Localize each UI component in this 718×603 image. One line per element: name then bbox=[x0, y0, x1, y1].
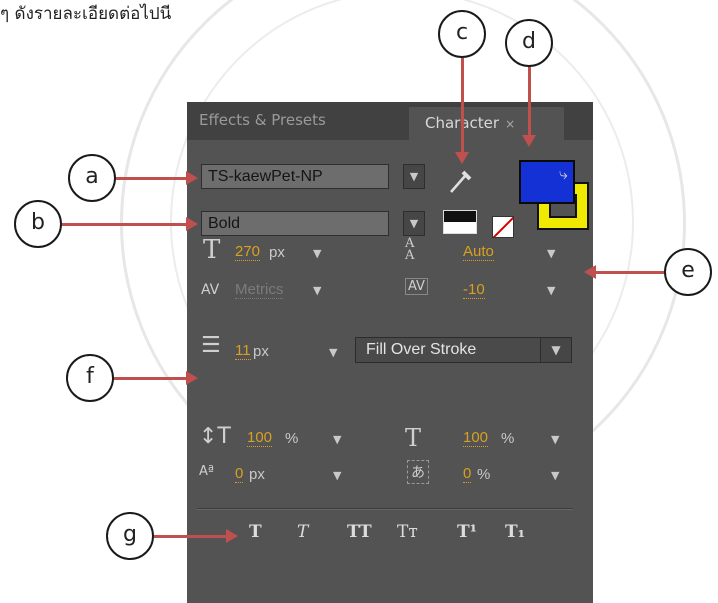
vertical-scale-icon: ↕T bbox=[199, 424, 231, 449]
intro-text: ๆ ดังรายละเอียดต่อไปนี bbox=[0, 4, 172, 24]
callout-a: a bbox=[68, 154, 116, 202]
callout-c-arrow bbox=[455, 58, 469, 164]
baseline-shift-icon: Aª bbox=[199, 464, 215, 479]
small-caps-button[interactable]: Tт bbox=[397, 522, 418, 542]
baseline-shift-value[interactable]: 0 bbox=[235, 466, 244, 483]
black-white-swatch[interactable] bbox=[443, 210, 477, 234]
horizontal-scale-value[interactable]: 100 bbox=[463, 430, 489, 447]
vertical-scale-unit: % bbox=[285, 430, 299, 447]
callout-c: c bbox=[438, 10, 486, 58]
stroke-width-unit: px bbox=[253, 343, 269, 360]
tracking-value[interactable]: -10 bbox=[463, 282, 485, 299]
callout-d: d bbox=[505, 19, 553, 67]
kerning-icon: AV bbox=[201, 282, 220, 298]
kerning-dropdown[interactable]: ▼ bbox=[313, 284, 321, 297]
stroke-order-dropdown[interactable]: ▼ bbox=[540, 337, 572, 363]
stroke-width-icon: ☰ bbox=[201, 333, 221, 358]
callout-f: f bbox=[66, 354, 114, 402]
callout-b: b bbox=[14, 200, 62, 248]
callout-e-arrow bbox=[584, 265, 664, 279]
leading-icon: AA bbox=[405, 236, 415, 263]
font-style-field[interactable]: Bold bbox=[201, 211, 389, 236]
font-family-field[interactable]: TS-kaewPet-NP bbox=[201, 164, 389, 189]
tsume-unit: % bbox=[477, 466, 491, 483]
font-size-icon: T bbox=[203, 235, 221, 265]
tab-character[interactable]: Character× bbox=[409, 107, 564, 140]
faux-bold-button[interactable]: T bbox=[249, 522, 262, 542]
font-size-value[interactable]: 270 bbox=[235, 244, 261, 261]
kerning-value[interactable]: Metrics bbox=[235, 282, 284, 299]
vertical-scale-value[interactable]: 100 bbox=[247, 430, 273, 447]
tsume-dropdown[interactable]: ▼ bbox=[551, 469, 559, 482]
leading-dropdown[interactable]: ▼ bbox=[547, 247, 555, 260]
stroke-width-dropdown[interactable]: ▼ bbox=[329, 346, 337, 359]
callout-b-arrow bbox=[62, 217, 198, 231]
vertical-scale-dropdown[interactable]: ▼ bbox=[333, 433, 341, 446]
horizontal-scale-unit: % bbox=[501, 430, 515, 447]
tsume-icon: あ bbox=[407, 460, 429, 484]
swap-colors-icon[interactable]: ⤷ bbox=[559, 164, 568, 184]
tracking-dropdown[interactable]: ▼ bbox=[547, 284, 555, 297]
horizontal-scale-dropdown[interactable]: ▼ bbox=[551, 433, 559, 446]
callout-g: g bbox=[106, 512, 154, 560]
character-panel: Effects & Presets Character× ▾≡ TS-kaewP… bbox=[187, 102, 593, 603]
tab-effects-presets[interactable]: Effects & Presets bbox=[199, 111, 399, 140]
font-size-unit: px bbox=[269, 244, 285, 261]
callout-g-arrow bbox=[154, 529, 238, 543]
baseline-shift-unit: px bbox=[249, 466, 265, 483]
callout-d-arrow bbox=[522, 67, 536, 147]
tracking-icon: AV bbox=[405, 278, 428, 295]
baseline-shift-dropdown[interactable]: ▼ bbox=[333, 469, 341, 482]
stroke-width-value[interactable]: 11 bbox=[235, 343, 251, 360]
callout-e: e bbox=[664, 248, 712, 296]
close-icon[interactable]: × bbox=[505, 117, 515, 131]
superscript-button[interactable]: T¹ bbox=[457, 522, 477, 542]
divider-highlight bbox=[197, 509, 573, 510]
subscript-button[interactable]: T₁ bbox=[505, 522, 525, 542]
eyedropper-icon[interactable] bbox=[445, 166, 475, 196]
tsume-value[interactable]: 0 bbox=[463, 466, 472, 483]
faux-italic-button[interactable]: T bbox=[297, 522, 308, 542]
leading-value[interactable]: Auto bbox=[463, 244, 494, 261]
callout-f-arrow bbox=[114, 371, 198, 385]
horizontal-scale-icon: T bbox=[405, 424, 422, 452]
font-size-dropdown[interactable]: ▼ bbox=[313, 247, 321, 260]
no-color-swatch[interactable] bbox=[492, 216, 514, 238]
font-family-dropdown[interactable]: ▼ bbox=[403, 164, 425, 189]
callout-a-arrow bbox=[116, 171, 198, 185]
all-caps-button[interactable]: TT bbox=[347, 522, 372, 542]
font-style-dropdown[interactable]: ▼ bbox=[403, 211, 425, 236]
